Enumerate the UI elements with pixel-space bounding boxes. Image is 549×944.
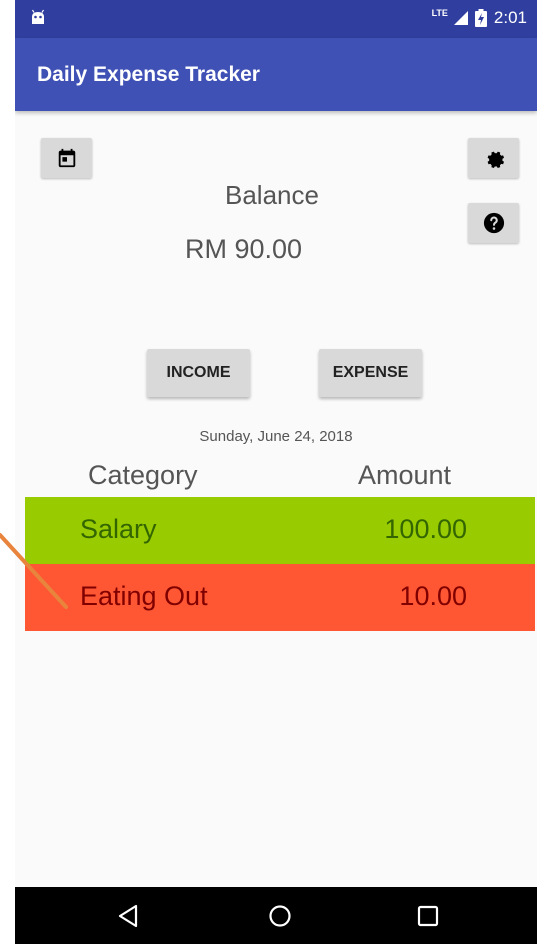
help-button[interactable] bbox=[468, 203, 519, 243]
row-amount: 100.00 bbox=[384, 514, 467, 544]
table-row[interactable]: Eating Out 10.00 bbox=[25, 564, 535, 631]
right-margin bbox=[537, 0, 549, 944]
table-row[interactable]: Salary 100.00 bbox=[25, 497, 535, 564]
settings-button[interactable] bbox=[468, 138, 519, 178]
amount-header: Amount bbox=[358, 460, 452, 490]
home-icon[interactable] bbox=[267, 903, 293, 929]
balance-value: RM 90.00 bbox=[185, 234, 303, 264]
signal-icon bbox=[453, 11, 468, 25]
network-type-label: LTE bbox=[431, 8, 448, 18]
gear-icon bbox=[487, 151, 504, 168]
calendar-icon bbox=[58, 148, 75, 168]
app-bar: Daily Expense Tracker bbox=[15, 38, 537, 111]
row-category: Eating Out bbox=[80, 581, 208, 611]
recents-icon[interactable] bbox=[415, 903, 441, 929]
category-header: Category bbox=[88, 460, 198, 490]
app-title: Daily Expense Tracker bbox=[37, 63, 260, 86]
calendar-button[interactable] bbox=[41, 138, 92, 178]
help-icon bbox=[483, 212, 504, 234]
date-label: Sunday, June 24, 2018 bbox=[199, 428, 353, 445]
status-bar: LTE 2:01 bbox=[15, 0, 537, 38]
back-icon[interactable] bbox=[116, 903, 142, 929]
row-category: Salary bbox=[80, 514, 157, 544]
left-margin bbox=[0, 0, 15, 944]
battery-charging-icon bbox=[474, 9, 487, 27]
income-button[interactable]: INCOME bbox=[147, 349, 250, 397]
expense-button[interactable]: EXPENSE bbox=[319, 349, 422, 397]
status-indicators: LTE 2:01 bbox=[432, 8, 527, 28]
phone-screen: LTE 2:01 Daily Expense Tracker Balance R… bbox=[15, 0, 537, 944]
navigation-bar bbox=[15, 887, 537, 944]
balance-label: Balance bbox=[225, 180, 319, 210]
row-amount: 10.00 bbox=[399, 581, 467, 611]
android-notification-icon bbox=[31, 9, 45, 24]
status-time: 2:01 bbox=[493, 8, 527, 27]
